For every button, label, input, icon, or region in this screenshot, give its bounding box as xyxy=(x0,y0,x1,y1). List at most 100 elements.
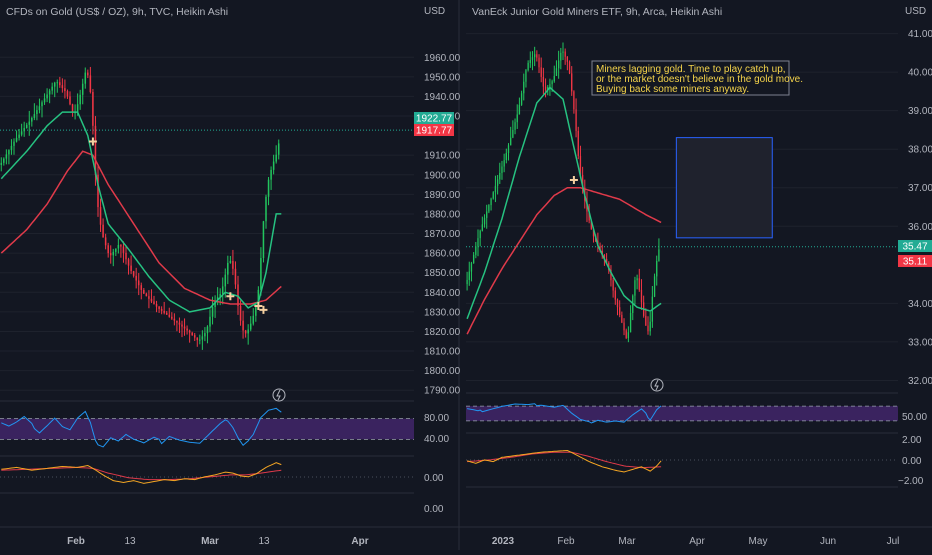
gdxj-candle-body xyxy=(505,153,507,161)
gdxj-candle-body xyxy=(481,224,484,231)
gold-candle-body xyxy=(221,286,224,294)
gold-candle-body xyxy=(41,102,43,107)
gdxj-candle xyxy=(520,90,523,106)
gdxj-candle xyxy=(536,50,538,62)
gold-macd-zero-label: 0.00 xyxy=(424,473,444,484)
gdxj-candle xyxy=(575,98,577,138)
gold-candle-body xyxy=(33,114,36,118)
gdxj-candle-body xyxy=(619,307,621,315)
gold-candle-body xyxy=(69,96,71,105)
gold-candle-body xyxy=(5,154,8,159)
gdxj-candle-body xyxy=(625,330,627,339)
gold-candle-body xyxy=(112,251,115,256)
gdxj-candle xyxy=(573,90,575,114)
gold-candle-body xyxy=(46,94,48,99)
gold-y-tick: 1900.00 xyxy=(424,170,461,181)
gdxj-candle xyxy=(638,268,640,292)
gold-x-tick: 13 xyxy=(124,536,136,547)
gold-candle-body xyxy=(165,312,168,315)
gdxj-y-tick: 39.00 xyxy=(908,106,932,117)
gold-y-tick: 1890.00 xyxy=(424,190,461,201)
gdxj-candle-body xyxy=(614,290,616,300)
gdxj-candle-body xyxy=(499,172,501,180)
gdxj-macd-label-top: 2.00 xyxy=(902,435,922,446)
gold-candle-body xyxy=(244,330,247,334)
gdxj-candle-body xyxy=(531,57,534,61)
gdxj-candle xyxy=(499,162,501,185)
gdxj-candle-body xyxy=(490,198,492,206)
gdxj-candle-body xyxy=(486,211,488,218)
gold-candle-body xyxy=(28,121,31,125)
gdxj-candle-body xyxy=(566,56,569,62)
gdxj-candle xyxy=(544,78,547,98)
gold-candle-body xyxy=(87,72,89,76)
gold-candle-body xyxy=(36,110,38,115)
gold-candle-body xyxy=(277,143,280,155)
charts-canvas[interactable]: 1960.001950.001940.001930.001910.001900.… xyxy=(0,0,932,550)
gdxj-candle-body xyxy=(656,260,658,277)
gdxj-candle xyxy=(492,191,494,200)
gdxj-candle xyxy=(621,311,623,324)
gdxj-candle-body xyxy=(516,114,518,123)
gdxj-candle-body xyxy=(501,166,503,173)
gdxj-candle-body xyxy=(627,332,630,339)
gdxj-candle-body xyxy=(540,67,542,77)
gold-candle-body xyxy=(25,124,28,129)
gdxj-rsi-pane[interactable] xyxy=(466,403,898,424)
gdxj-candle xyxy=(538,54,540,74)
gold-candle-body xyxy=(150,298,153,302)
gdxj-candle xyxy=(560,47,562,70)
gold-candle-body xyxy=(64,88,66,92)
gdxj-candle-body xyxy=(560,52,562,61)
gold-candle-body xyxy=(249,323,252,330)
gdxj-x-tick: Jul xyxy=(887,536,900,547)
gdxj-candle xyxy=(619,300,621,318)
gdxj-candle xyxy=(525,68,527,88)
gold-candle-body xyxy=(127,259,130,266)
gdxj-candle-body xyxy=(510,137,512,146)
gdxj-candle-body xyxy=(616,299,619,308)
gold-candle-body xyxy=(173,318,176,321)
gdxj-candle-body xyxy=(629,312,632,333)
gold-candle-body xyxy=(191,332,193,336)
gold-candle-body xyxy=(237,284,239,306)
gold-y-tick: 1830.00 xyxy=(424,307,461,318)
gold-candle-body xyxy=(61,85,64,89)
gdxj-candle xyxy=(542,67,545,95)
gold-candle-body xyxy=(252,315,255,324)
gold-candle-body xyxy=(153,301,155,305)
target-zone-box xyxy=(675,137,773,239)
gdxj-candle xyxy=(616,298,619,316)
gdxj-candle-body xyxy=(658,249,660,261)
gdxj-candle xyxy=(656,255,658,286)
gold-y-tick: 1850.00 xyxy=(424,268,461,279)
gdxj-candle xyxy=(470,261,473,282)
gdxj-candle-body xyxy=(472,254,475,264)
gold-y-tick: 1820.00 xyxy=(424,327,461,338)
gdxj-x-tick: Apr xyxy=(689,536,705,547)
gdxj-candle-body xyxy=(638,278,640,290)
gold-candle-body xyxy=(104,237,107,246)
gdxj-candle-body xyxy=(466,279,468,285)
gdxj-candle xyxy=(496,175,499,195)
gold-y-tick: 1790.00 xyxy=(424,386,461,397)
gold-candle-body xyxy=(18,134,20,138)
gold-candle-body xyxy=(56,82,59,84)
gdxj-candle xyxy=(571,66,573,96)
gdxj-candle xyxy=(564,48,566,65)
gold-y-tick: 1840.00 xyxy=(424,288,461,299)
gdxj-candle-body xyxy=(523,81,525,94)
gdxj-candle xyxy=(634,276,636,305)
gdxj-candle-body xyxy=(492,192,494,199)
gdxj-candle xyxy=(466,271,468,291)
gdxj-candle-body xyxy=(612,280,614,291)
gold-chart-title: CFDs on Gold (US$ / OZ), 9h, TVC, Heikin… xyxy=(6,6,228,18)
gold-candle-body xyxy=(23,128,25,132)
gold-candle-body xyxy=(38,106,41,111)
gold-y-tick: 1960.00 xyxy=(424,53,461,64)
gdxj-candle-body xyxy=(520,93,523,105)
gdxj-candle xyxy=(488,204,490,214)
gdxj-candle xyxy=(555,60,558,77)
gold-candle-body xyxy=(181,324,183,327)
gdxj-candle-body xyxy=(621,314,623,323)
